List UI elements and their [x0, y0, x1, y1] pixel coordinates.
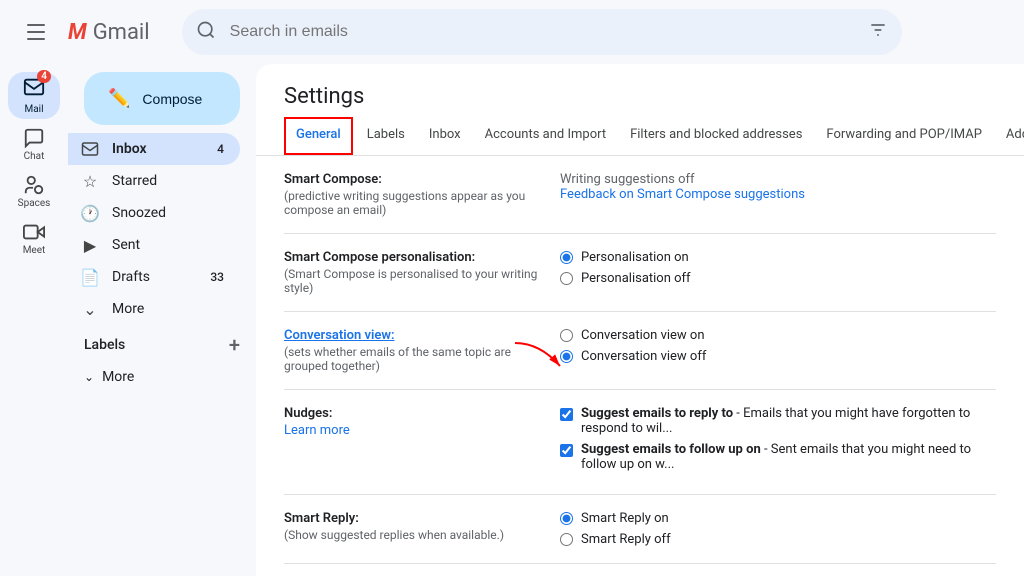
pencil-icon: ✏️ [108, 88, 130, 109]
row-smart-features: Smart features and personalisation: Lear… [284, 564, 996, 576]
starred-label: Starred [112, 173, 224, 189]
star-icon: ☆ [80, 172, 100, 191]
smart-reply-on-radio[interactable] [560, 512, 573, 525]
feedback-link[interactable]: Feedback on Smart Compose suggestions [560, 187, 805, 202]
settings-content: Settings General Labels Inbox Accounts a… [256, 64, 1024, 576]
inbox-badge: 4 [217, 142, 224, 156]
smart-reply-radio-group: Smart Reply on Smart Reply off [560, 511, 996, 547]
personalisation-off-option[interactable]: Personalisation off [560, 271, 996, 286]
nudges-options: Suggest emails to reply to - Emails that… [560, 406, 996, 478]
row-nudges: Nudges: Learn more Suggest emails to rep… [284, 390, 996, 495]
conversation-view-radio-group: Conversation view on Conversation view o… [560, 328, 996, 364]
sidebar-icon-meet[interactable]: Meet [8, 217, 60, 260]
sidebar-icon-chat[interactable]: Chat [8, 123, 60, 166]
sidebar: 4 Mail Chat Spaces Meet ✏️ Compose [0, 64, 256, 576]
personalisation-on-option[interactable]: Personalisation on [560, 250, 996, 265]
drafts-icon: 📄 [80, 268, 100, 287]
conversation-view-on-option[interactable]: Conversation view on [560, 328, 996, 343]
hamburger-icon [27, 24, 45, 40]
nudge-reply-checkbox[interactable] [560, 408, 573, 421]
red-arrow-annotation [510, 338, 570, 378]
search-tune-icon[interactable] [868, 20, 888, 44]
search-icon [196, 20, 216, 44]
labels-section: Labels + [68, 325, 256, 365]
labels-more[interactable]: ⌄ More [68, 365, 256, 389]
nudge-reply-option: Suggest emails to reply to - Emails that… [560, 406, 996, 436]
personalisation-radio-group: Personalisation on Personalisation off [560, 250, 996, 286]
settings-title: Settings [256, 64, 1024, 117]
nav-inbox[interactable]: Inbox 4 [68, 133, 240, 165]
inbox-label: Inbox [112, 141, 217, 157]
compose-button[interactable]: ✏️ Compose [84, 72, 240, 125]
snoozed-icon: 🕐 [80, 204, 100, 223]
conversation-view-options: Conversation view on Conversation view o… [560, 328, 996, 364]
sidebar-icon-mail[interactable]: 4 Mail [8, 72, 60, 119]
settings-body: Smart Compose: (predictive writing sugge… [256, 156, 1024, 576]
inbox-icon [80, 140, 100, 158]
row-conversation-view: Conversation view: (sets whether emails … [284, 312, 996, 390]
chevron-down-icon: ⌄ [80, 300, 100, 319]
smart-reply-off-radio[interactable] [560, 533, 573, 546]
nav-drafts[interactable]: 📄 Drafts 33 [68, 261, 240, 293]
nudge-follow-option: Suggest emails to follow up on - Sent em… [560, 442, 996, 472]
personalisation-options: Personalisation on Personalisation off [560, 250, 996, 286]
nudges-learn-more[interactable]: Learn more [284, 423, 544, 438]
tab-general[interactable]: General [284, 117, 353, 155]
personalisation-on-radio[interactable] [560, 251, 573, 264]
nav-more[interactable]: ⌄ More [68, 293, 240, 325]
search-bar [182, 9, 902, 55]
labels-title: Labels [84, 337, 125, 353]
topbar: M Gmail [0, 0, 1024, 64]
nudges-label: Nudges: Learn more [284, 406, 544, 438]
conversation-view-off-option[interactable]: Conversation view off [560, 349, 996, 364]
smart-reply-on-option[interactable]: Smart Reply on [560, 511, 996, 526]
row-smart-compose: Smart Compose: (predictive writing sugge… [284, 156, 996, 234]
tab-filters[interactable]: Filters and blocked addresses [618, 117, 814, 155]
more-label: More [112, 301, 224, 317]
gmail-logo: M Gmail [68, 20, 150, 45]
personalisation-label: Smart Compose personalisation: (Smart Co… [284, 250, 544, 295]
sent-label: Sent [112, 237, 224, 253]
search-input[interactable] [182, 9, 902, 55]
compose-label: Compose [142, 91, 202, 107]
smart-reply-label: Smart Reply: (Show suggested replies whe… [284, 511, 544, 542]
settings-tabs: General Labels Inbox Accounts and Import… [256, 117, 1024, 156]
gmail-wordmark: Gmail [93, 20, 150, 45]
nav-sent[interactable]: ▶ Sent [68, 229, 240, 261]
row-smart-reply: Smart Reply: (Show suggested replies whe… [284, 495, 996, 564]
nudge-follow-checkbox[interactable] [560, 444, 573, 457]
chevron-icon: ⌄ [84, 370, 94, 384]
smart-reply-options: Smart Reply on Smart Reply off [560, 511, 996, 547]
writing-suggestions-off: Writing suggestions off [560, 172, 996, 187]
nav-starred[interactable]: ☆ Starred [68, 165, 240, 197]
labels-more-label: More [102, 369, 134, 385]
sent-icon: ▶ [80, 236, 100, 255]
smart-compose-value: Writing suggestions off Feedback on Smar… [560, 172, 996, 202]
drafts-badge: 33 [210, 270, 224, 284]
sidebar-icon-spaces[interactable]: Spaces [8, 170, 60, 213]
nav-snoozed[interactable]: 🕐 Snoozed [68, 197, 240, 229]
tab-accounts[interactable]: Accounts and Import [473, 117, 618, 155]
conversation-view-link[interactable]: Conversation view: [284, 328, 395, 343]
gmail-m-letter: M [68, 20, 87, 45]
tab-addons[interactable]: Add-ons [994, 117, 1024, 155]
hamburger-menu-button[interactable] [16, 12, 56, 52]
tab-labels[interactable]: Labels [355, 117, 417, 155]
main-layout: 4 Mail Chat Spaces Meet ✏️ Compose [0, 64, 1024, 576]
add-label-button[interactable]: + [229, 333, 240, 357]
smart-reply-off-option[interactable]: Smart Reply off [560, 532, 996, 547]
drafts-label: Drafts [112, 269, 210, 285]
smart-compose-label: Smart Compose: (predictive writing sugge… [284, 172, 544, 217]
conversation-view-label: Conversation view: (sets whether emails … [284, 328, 544, 373]
tab-inbox[interactable]: Inbox [417, 117, 473, 155]
personalisation-off-radio[interactable] [560, 272, 573, 285]
row-personalisation: Smart Compose personalisation: (Smart Co… [284, 234, 996, 312]
snoozed-label: Snoozed [112, 205, 224, 221]
tab-forwarding[interactable]: Forwarding and POP/IMAP [814, 117, 994, 155]
